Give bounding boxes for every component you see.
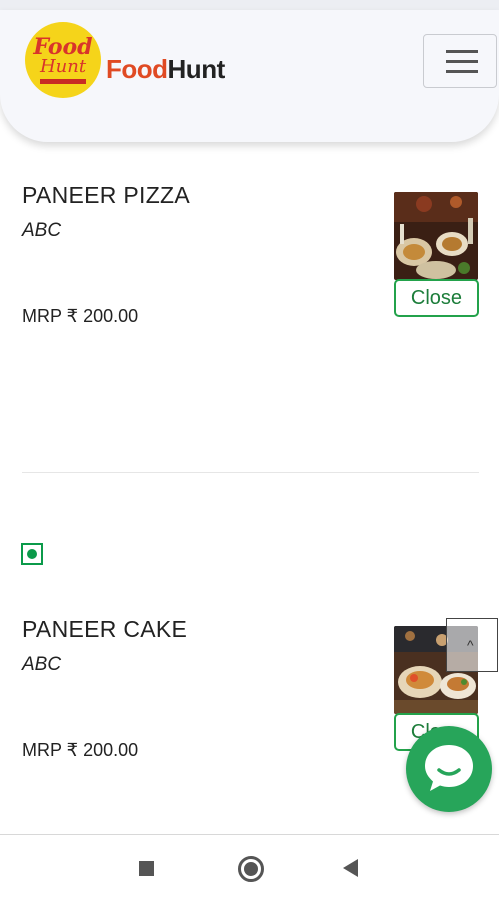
chat-bubble-icon	[425, 745, 473, 791]
brand-name-part1: Food	[106, 54, 168, 84]
veg-indicator-icon	[21, 543, 43, 565]
item-price: MRP ₹ 200.00	[22, 306, 139, 326]
item-price: MRP ₹ 200.00	[22, 740, 139, 760]
square-recents-icon[interactable]	[139, 861, 154, 876]
scroll-to-top-button[interactable]: ^	[446, 618, 498, 672]
foodhunt-logo[interactable]: Food Hunt	[25, 22, 101, 98]
system-navigation-bar	[0, 834, 499, 901]
hamburger-bar-middle	[446, 60, 478, 63]
item-description: ABC	[22, 220, 62, 241]
food-photo	[394, 192, 478, 280]
veg-dot	[27, 549, 37, 559]
item-name: PANEER PIZZA	[22, 182, 191, 208]
brand-name-part2: Hunt	[167, 54, 226, 84]
item-name: PANEER CAKE	[22, 616, 188, 642]
app-header: Food Hunt FoodHunt	[0, 10, 499, 142]
close-button[interactable]: Close	[394, 279, 479, 317]
circle-home-icon[interactable]	[238, 856, 264, 882]
hamburger-bar-bottom	[446, 70, 478, 73]
logo-text-hunt: Hunt	[39, 56, 87, 77]
chevron-up-icon: ^	[467, 637, 474, 653]
hamburger-bar-top	[446, 50, 478, 53]
item-image[interactable]	[394, 192, 478, 280]
logo-ribbon	[40, 79, 86, 84]
home-inner-dot	[244, 862, 258, 876]
menu-toggle-button[interactable]	[423, 34, 497, 88]
item-divider	[22, 472, 479, 473]
brand-name[interactable]: FoodHunt	[106, 54, 225, 85]
logo-text-food: Food	[33, 34, 93, 60]
triangle-back-icon[interactable]	[343, 859, 358, 877]
chat-button[interactable]	[406, 726, 492, 812]
item-description: ABC	[22, 654, 62, 675]
